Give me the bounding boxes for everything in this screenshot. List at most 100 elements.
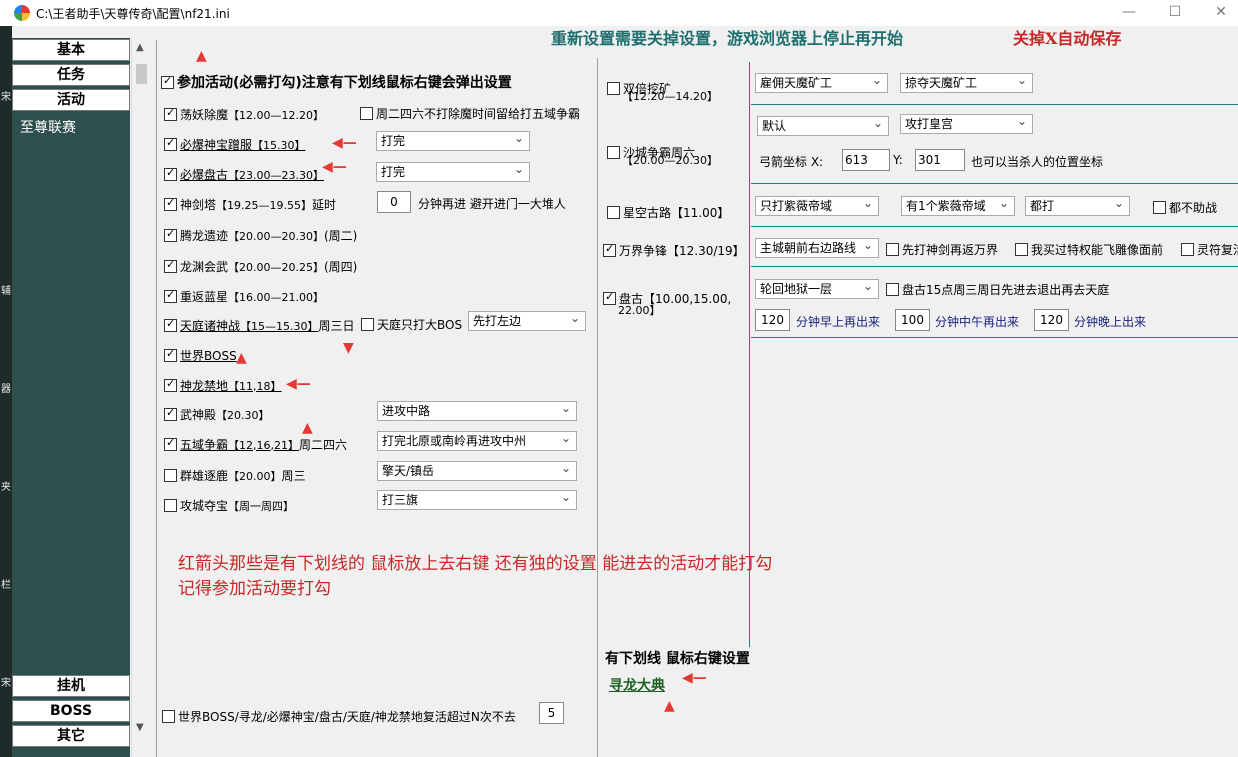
pangu15-checkbox[interactable]: 盘古15点周三周日先进去退出再去天庭 <box>886 281 1109 298</box>
coord-y-input[interactable]: 301 <box>915 149 965 171</box>
activity-checkbox[interactable]: 神龙禁地【11,18】 <box>164 377 282 394</box>
privilege-checkbox[interactable]: 我买过特权能飞雕像面前 <box>1015 241 1163 258</box>
nav-afk-button[interactable]: 挂机 <box>12 675 130 697</box>
qunxiong-select[interactable]: 擎天/镇岳 <box>377 461 577 481</box>
activity-time: 【周一周四】 <box>228 499 295 513</box>
scroll-down-icon[interactable]: ▼ <box>136 722 144 733</box>
close-button[interactable]: ✕ <box>1206 4 1236 22</box>
activity-time: 【16.00—21.00】 <box>228 290 324 304</box>
wuyu-select[interactable]: 打完北原或南岭再进攻中州 <box>377 431 577 451</box>
nav-basic-button[interactable]: 基本 <box>12 39 130 61</box>
checkbox-box[interactable] <box>164 166 177 181</box>
nav-boss-button[interactable]: BOSS <box>12 700 130 722</box>
night-minutes-input[interactable]: 120 <box>1034 309 1069 331</box>
checkbox-box[interactable] <box>1181 243 1194 256</box>
scroll-thumb[interactable] <box>136 64 147 84</box>
default-select[interactable]: 默认 <box>757 116 889 136</box>
nav-sub-item-league[interactable]: 至尊联赛 <box>20 117 76 137</box>
vertical-scrollbar[interactable]: ▲ ▼ <box>131 38 151 757</box>
no-assist-checkbox[interactable]: 都不助战 <box>1153 199 1217 216</box>
maximize-button[interactable]: ☐ <box>1160 4 1190 22</box>
checkbox-box[interactable] <box>607 82 620 95</box>
activity-checkbox[interactable]: 荡妖除魔【12.00—12.20】 <box>164 106 324 123</box>
activity-checkbox[interactable]: 武神殿【20.30】 <box>164 406 270 423</box>
tianting-boss-checkbox[interactable]: 天庭只打大BOS <box>361 316 462 333</box>
delay-input[interactable]: 0 <box>377 191 411 213</box>
checkbox-box[interactable] <box>164 406 177 421</box>
pangu-select[interactable]: 打完 <box>376 162 530 182</box>
checkbox-box[interactable] <box>603 290 616 305</box>
xingkong-checkbox[interactable]: 星空古路 【11.00】 <box>607 204 729 221</box>
nav-other-button[interactable]: 其它 <box>12 725 130 747</box>
checkbox-box[interactable] <box>1015 243 1028 256</box>
mine-rob-select[interactable]: 掠夺天魔矿工 <box>900 73 1033 93</box>
checkbox-box[interactable] <box>164 227 177 242</box>
revive-limit-checkbox[interactable]: 世界BOSS/寻龙/必爆神宝/盘古/天庭/神龙禁地复活超过N次不去 <box>162 708 516 725</box>
checkbox-box[interactable] <box>886 283 899 296</box>
sword-first-checkbox[interactable]: 先打神剑再返万界 <box>886 241 998 258</box>
checkbox-box[interactable] <box>164 106 177 121</box>
coord-x-input[interactable]: 613 <box>842 149 890 171</box>
checkbox-box[interactable] <box>164 317 177 332</box>
strip-char: 栏 <box>1 580 11 591</box>
xunlong-link[interactable]: 寻龙大典 <box>609 675 665 695</box>
early-minutes-input[interactable]: 120 <box>755 309 790 331</box>
checkbox-box[interactable] <box>603 242 616 257</box>
activity-checkbox[interactable]: 必爆盘古【23.00—23.30】 <box>164 166 324 183</box>
activity-checkbox[interactable]: 攻城夺宝 【周一周四】 <box>164 497 294 514</box>
scroll-up-icon[interactable]: ▲ <box>136 42 144 53</box>
baofu-select[interactable]: 打完 <box>376 131 530 151</box>
checkbox-box[interactable] <box>607 206 620 219</box>
shacheng-time: 【20.00—20.30】 <box>622 154 718 167</box>
activity-checkbox[interactable]: 龙渊会武【20.00—20.25】(周四) <box>164 258 357 275</box>
checkbox-box[interactable] <box>164 469 177 482</box>
gongcheng-select[interactable]: 打三旗 <box>377 490 577 510</box>
wanjie-checkbox[interactable]: 万界争锋 【12.30/19】 <box>603 242 745 259</box>
mine-hire-select[interactable]: 雇佣天魔矿工 <box>755 73 888 93</box>
activity-checkbox[interactable]: 群雄逐鹿 【20.00】 周三 <box>164 467 306 484</box>
join-activity-checkbox[interactable]: 参加活动(必需打勾)注意有下划线鼠标右键会弹出设置 <box>161 72 512 92</box>
minimize-button[interactable]: — <box>1114 4 1144 22</box>
checkbox-box[interactable] <box>162 710 175 723</box>
revive-limit-input[interactable]: 5 <box>539 702 564 724</box>
checkbox-box[interactable] <box>164 499 177 512</box>
activity-checkbox[interactable]: 腾龙遗迹【20.00—20.30】(周二) <box>164 227 357 244</box>
ziwei-count-select[interactable]: 有1个紫薇帝域 <box>901 196 1015 216</box>
tuesday-option-checkbox[interactable]: 周二四六不打除魔时间留给打五域争霸 <box>360 105 580 122</box>
red-arrow-down-icon: ▼ <box>343 340 354 356</box>
checkbox-box[interactable] <box>1153 201 1166 214</box>
activity-checkbox[interactable]: 天庭诸神战【15—15.30】周三日 <box>164 317 355 334</box>
attack-palace-select[interactable]: 攻打皇宫 <box>900 114 1033 134</box>
checkbox-box[interactable] <box>164 258 177 273</box>
checkbox-box[interactable] <box>361 318 374 331</box>
activity-checkbox[interactable]: 必爆神宝蹭服【15.30】 <box>164 136 306 153</box>
route-select[interactable]: 主城朝前右边路线 <box>755 238 879 258</box>
ziwei-mode-select[interactable]: 只打紫薇帝域 <box>755 196 879 216</box>
activity-checkbox[interactable]: 五域争霸【12,16,21】周二四六 <box>164 436 347 453</box>
nav-activity-button[interactable]: 活动 <box>12 89 130 111</box>
nav-task-button[interactable]: 任务 <box>12 64 130 86</box>
checkbox-box[interactable] <box>164 377 177 392</box>
checkbox-box[interactable] <box>164 196 177 211</box>
hell-level-select[interactable]: 轮回地狱一层 <box>755 279 879 299</box>
sword-first-label: 先打神剑再返万界 <box>902 243 999 257</box>
soul-revive-checkbox[interactable]: 灵符复活 <box>1181 241 1238 258</box>
activity-checkbox[interactable]: 世界BOSS <box>164 347 237 364</box>
activity-checkbox[interactable]: 重返蓝星【16.00—21.00】 <box>164 288 324 305</box>
checkbox-box[interactable] <box>161 74 174 89</box>
app-icon <box>14 5 30 21</box>
activity-checkbox[interactable]: 神剑塔【19.25—19.55】 延时 <box>164 196 336 213</box>
checkbox-box[interactable] <box>164 436 177 451</box>
tianting-select[interactable]: 先打左边 <box>468 311 586 331</box>
checkbox-box[interactable] <box>607 146 620 159</box>
checkbox-box[interactable] <box>886 243 899 256</box>
wushen-select[interactable]: 进攻中路 <box>377 401 577 421</box>
checkbox-box[interactable] <box>164 288 177 303</box>
checkbox-box[interactable] <box>164 347 177 362</box>
noon-minutes-label: 分钟中午再出来 <box>935 315 1020 329</box>
checkbox-box[interactable] <box>360 107 373 120</box>
ziwei-attack-select[interactable]: 都打 <box>1025 196 1130 216</box>
checkbox-box[interactable] <box>164 136 177 151</box>
noon-minutes-input[interactable]: 100 <box>895 309 930 331</box>
red-note-line2: 记得参加活动要打勾 <box>178 579 331 599</box>
